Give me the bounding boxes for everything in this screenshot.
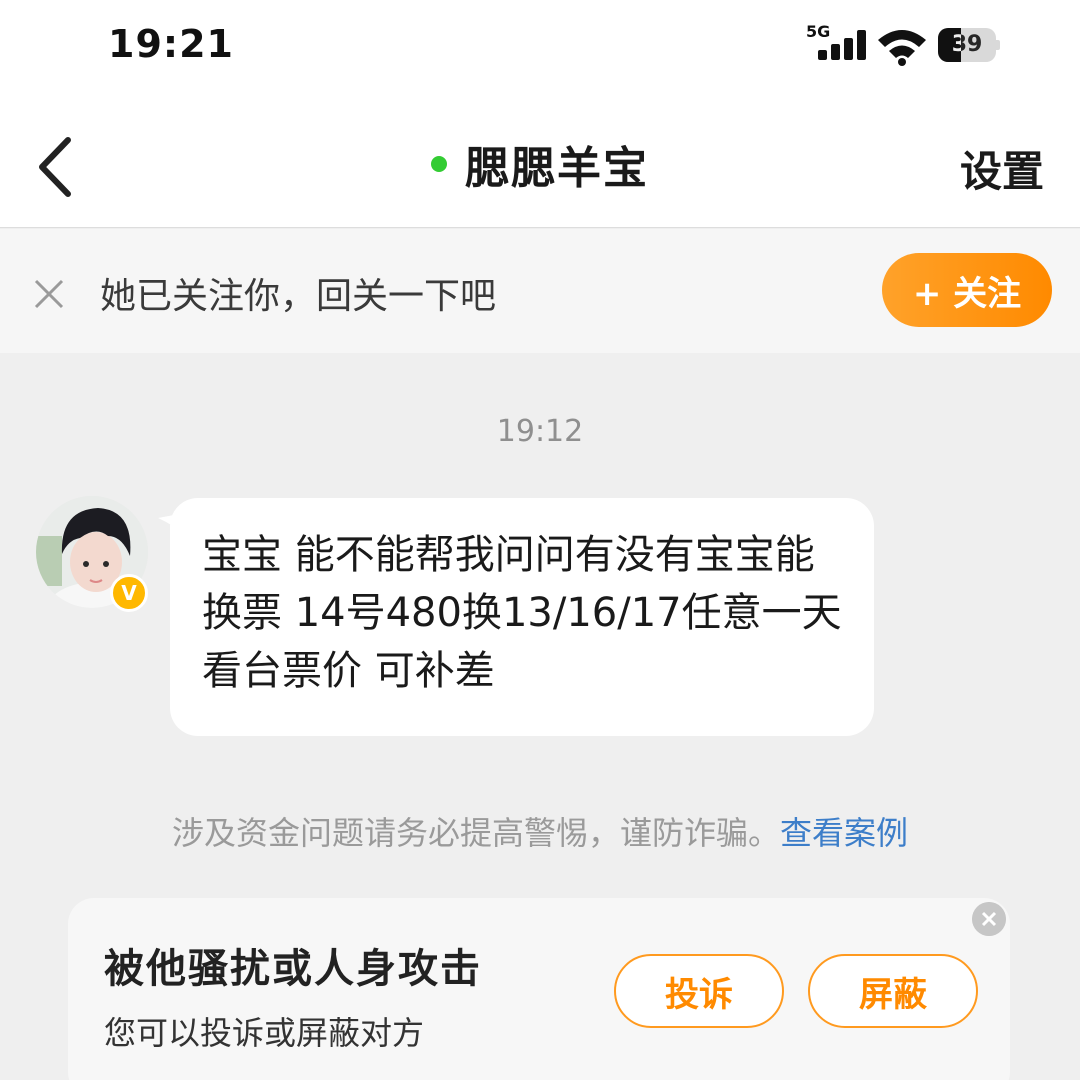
report-card-subtitle: 您可以投诉或屏蔽对方 — [104, 1014, 425, 1052]
page-title: 腮腮羊宝 — [465, 143, 649, 194]
chat-header: 腮腮羊宝 设置 — [0, 100, 1080, 228]
status-bar: 19:21 5G 39 — [0, 0, 1080, 100]
close-icon[interactable] — [972, 902, 1006, 936]
follow-back-banner: 她已关注你，回关一下吧 + 关注 — [0, 229, 1080, 353]
harassment-report-card: 被他骚扰或人身攻击 您可以投诉或屏蔽对方 投诉 屏蔽 — [68, 898, 1010, 1080]
status-time: 19:21 — [108, 22, 234, 66]
settings-button[interactable]: 设置 — [960, 138, 1044, 199]
verified-badge-icon: V — [110, 574, 148, 612]
wifi-icon — [878, 30, 926, 66]
cellular-signal-icon: 5G — [806, 22, 870, 64]
follow-button[interactable]: + 关注 — [882, 253, 1052, 327]
network-type-label: 5G — [806, 22, 831, 41]
complain-button[interactable]: 投诉 — [614, 954, 784, 1028]
back-arrow-icon[interactable] — [30, 132, 90, 202]
fraud-warning: 涉及资金问题请务必提高警惕，谨防诈骗。查看案例 — [0, 808, 1080, 854]
incoming-message-bubble[interactable]: 宝宝 能不能帮我问问有没有宝宝能换票 14号480换13/16/17任意一天看台… — [170, 498, 874, 736]
fraud-warning-text: 涉及资金问题请务必提高警惕，谨防诈骗。 — [171, 814, 780, 852]
battery-icon: 39 — [938, 28, 1000, 62]
block-button[interactable]: 屏蔽 — [808, 954, 978, 1028]
report-card-title: 被他骚扰或人身攻击 — [104, 946, 482, 992]
view-cases-link[interactable]: 查看案例 — [780, 814, 908, 852]
follow-back-text: 她已关注你，回关一下吧 — [100, 276, 497, 317]
online-status-dot — [431, 156, 447, 172]
close-icon[interactable] — [30, 275, 68, 313]
battery-level: 39 — [951, 32, 983, 57]
message-timestamp: 19:12 — [496, 414, 584, 449]
message-text: 宝宝 能不能帮我问问有没有宝宝能换票 14号480换13/16/17任意一天看台… — [202, 532, 842, 694]
